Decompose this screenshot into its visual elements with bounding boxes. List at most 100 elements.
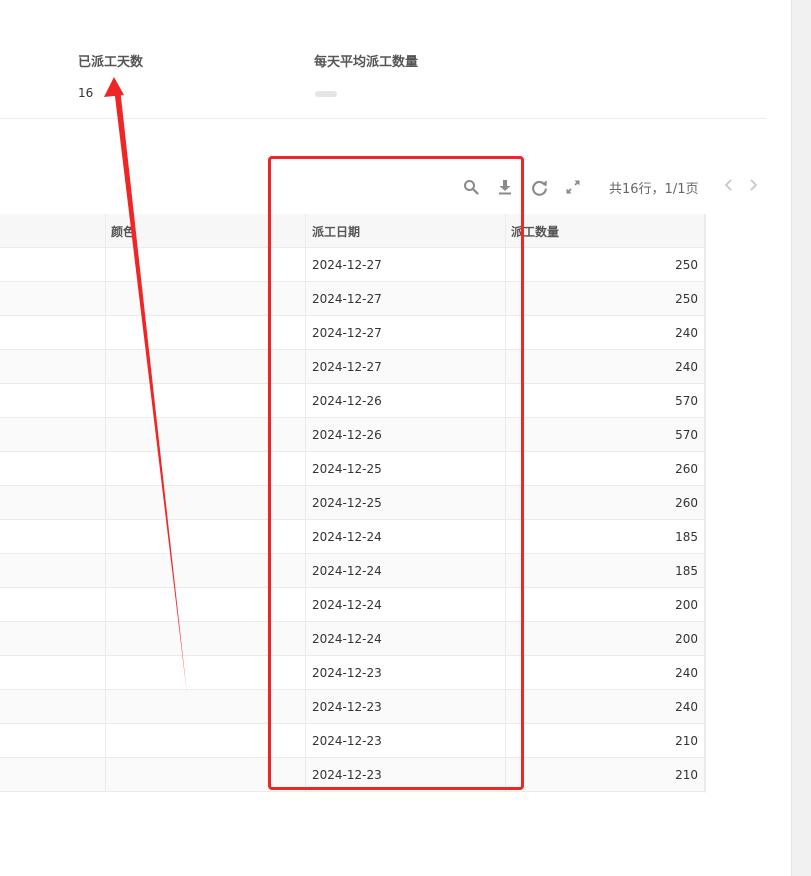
dispatch-qty-cell: 240	[506, 656, 705, 690]
dispatch-qty-cell: 210	[506, 724, 705, 758]
refresh-icon[interactable]	[530, 178, 548, 196]
dispatch-qty-cell: 240	[506, 316, 705, 350]
table-row[interactable]: 2024-12-27 250	[0, 248, 705, 282]
dispatch-date-cell: 2024-12-23	[306, 690, 506, 724]
row-cell	[0, 282, 106, 316]
row-cell	[0, 554, 106, 588]
dispatch-qty-cell: 200	[506, 622, 705, 656]
fullscreen-icon[interactable]	[564, 178, 582, 196]
table-row[interactable]: 2024-12-24 200	[0, 588, 705, 622]
dispatch-qty-cell: 200	[506, 588, 705, 622]
dispatch-qty-cell: 570	[506, 384, 705, 418]
stat-label: 已派工天数	[78, 55, 144, 70]
table-header-row: 颜色 派工日期 派工数量	[0, 214, 705, 248]
table-row[interactable]: 2024-12-24 200	[0, 622, 705, 656]
color-cell	[106, 622, 306, 656]
column-header-dispatch-qty[interactable]: 派工数量	[506, 214, 705, 248]
color-cell	[106, 316, 306, 350]
stat-avg-per-day: 每天平均派工数量	[314, 51, 418, 70]
dispatch-qty-cell: 250	[506, 248, 705, 282]
dispatch-date-cell: 2024-12-23	[306, 656, 506, 690]
table-border	[705, 214, 706, 793]
color-cell	[106, 248, 306, 282]
color-cell	[106, 418, 306, 452]
row-cell	[0, 758, 106, 792]
dispatch-qty-cell: 260	[506, 486, 705, 520]
dispatch-qty-cell: 185	[506, 554, 705, 588]
table-row[interactable]: 2024-12-23 240	[0, 656, 705, 690]
dispatch-date-cell: 2024-12-25	[306, 452, 506, 486]
dispatch-date-cell: 2024-12-27	[306, 316, 506, 350]
dispatch-date-cell: 2024-12-24	[306, 554, 506, 588]
color-cell	[106, 588, 306, 622]
color-cell	[106, 520, 306, 554]
page-scrollbar[interactable]	[791, 0, 811, 876]
stat-label: 每天平均派工数量	[314, 55, 419, 70]
table-row[interactable]: 2024-12-24 185	[0, 554, 705, 588]
dispatch-date-cell: 2024-12-25	[306, 486, 506, 520]
row-cell	[0, 690, 106, 724]
dispatch-date-cell: 2024-12-23	[306, 724, 506, 758]
row-cell	[0, 350, 106, 384]
row-cell	[0, 452, 106, 486]
dispatch-qty-cell: 570	[506, 418, 705, 452]
dispatch-date-cell: 2024-12-27	[306, 248, 506, 282]
row-cell	[0, 248, 106, 282]
color-cell	[106, 452, 306, 486]
row-cell	[0, 588, 106, 622]
row-cell	[0, 486, 106, 520]
color-cell	[106, 656, 306, 690]
dispatch-qty-cell: 240	[506, 690, 705, 724]
loading-placeholder	[315, 91, 337, 97]
next-page-button[interactable]	[746, 176, 760, 194]
dispatch-qty-cell: 260	[506, 452, 705, 486]
table-row[interactable]: 2024-12-23 210	[0, 758, 705, 792]
dispatch-qty-cell: 250	[506, 282, 705, 316]
dispatch-date-cell: 2024-12-24	[306, 588, 506, 622]
dispatch-date-cell: 2024-12-26	[306, 384, 506, 418]
color-cell	[106, 282, 306, 316]
dispatch-date-cell: 2024-12-24	[306, 520, 506, 554]
table-row[interactable]: 2024-12-24 185	[0, 520, 705, 554]
row-cell	[0, 418, 106, 452]
stat-value: 16	[78, 86, 94, 100]
row-cell	[0, 316, 106, 350]
table-row[interactable]: 2024-12-25 260	[0, 486, 705, 520]
download-icon[interactable]	[496, 178, 514, 196]
color-cell	[106, 486, 306, 520]
color-cell	[106, 350, 306, 384]
color-cell	[106, 384, 306, 418]
color-cell	[106, 690, 306, 724]
pagination-summary: 共16行，1/1页	[609, 182, 699, 197]
row-cell	[0, 384, 106, 418]
dispatch-qty-cell: 185	[506, 520, 705, 554]
column-header-color[interactable]: 颜色	[106, 214, 306, 248]
table-row[interactable]: 2024-12-27 250	[0, 282, 705, 316]
dispatch-date-cell: 2024-12-24	[306, 622, 506, 656]
color-cell	[106, 554, 306, 588]
dispatch-date-cell: 2024-12-23	[306, 758, 506, 792]
table-row[interactable]: 2024-12-26 570	[0, 384, 705, 418]
table-row[interactable]: 2024-12-25 260	[0, 452, 705, 486]
dispatch-date-cell: 2024-12-26	[306, 418, 506, 452]
color-cell	[106, 758, 306, 792]
dispatch-qty-cell: 240	[506, 350, 705, 384]
column-header[interactable]	[0, 214, 106, 248]
color-cell	[106, 724, 306, 758]
dispatch-date-cell: 2024-12-27	[306, 350, 506, 384]
row-cell	[0, 724, 106, 758]
row-cell	[0, 656, 106, 690]
row-cell	[0, 622, 106, 656]
dispatch-date-cell: 2024-12-27	[306, 282, 506, 316]
table-row[interactable]: 2024-12-27 240	[0, 316, 705, 350]
table-row[interactable]: 2024-12-26 570	[0, 418, 705, 452]
stat-dispatch-days: 已派工天数	[78, 51, 143, 70]
table-row[interactable]: 2024-12-27 240	[0, 350, 705, 384]
table-row[interactable]: 2024-12-23 240	[0, 690, 705, 724]
prev-page-button[interactable]	[722, 176, 736, 194]
search-icon[interactable]	[462, 178, 480, 196]
table-row[interactable]: 2024-12-23 210	[0, 724, 705, 758]
row-cell	[0, 520, 106, 554]
dispatch-qty-cell: 210	[506, 758, 705, 792]
column-header-dispatch-date[interactable]: 派工日期	[306, 214, 506, 248]
